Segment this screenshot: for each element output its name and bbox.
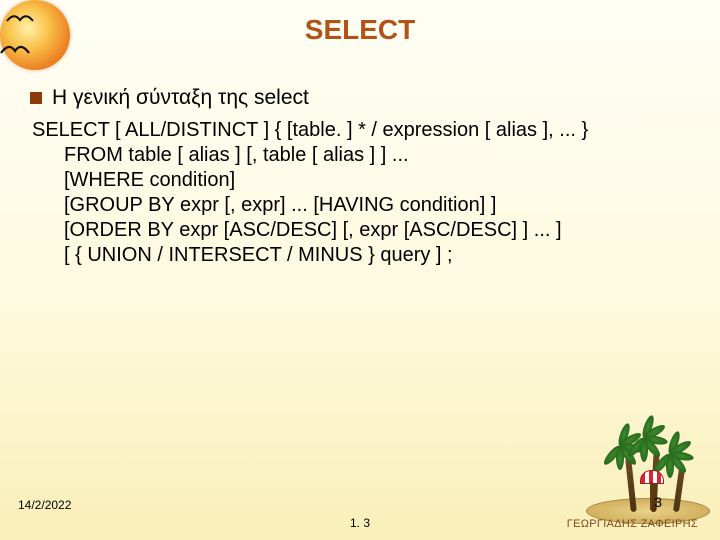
- syntax-line: [GROUP BY expr [, expr] ... [HAVING cond…: [32, 193, 700, 218]
- slide: SELECT Η γενική σύνταξη της select SELEC…: [0, 0, 720, 540]
- syntax-line: SELECT [ ALL/DISTINCT ] { [table. ] * / …: [32, 119, 588, 141]
- bullet-item: Η γενική σύνταξη της select: [30, 86, 700, 110]
- footer-pagenum: 3: [654, 494, 662, 510]
- footer-date: 14/2/2022: [18, 498, 71, 512]
- slide-body: Η γενική σύνταξη της select SELECT [ ALL…: [30, 86, 700, 268]
- footer-author: ΓΕΩΡΓΙΑΔΗΣ ΖΑΦΕΙΡΗΣ: [567, 518, 698, 530]
- island-decoration: [582, 430, 712, 530]
- syntax-block: SELECT [ ALL/DISTINCT ] { [table. ] * / …: [32, 118, 700, 268]
- bullet-text: Η γενική σύνταξη της select: [52, 86, 309, 110]
- syntax-line: [ORDER BY expr [ASC/DESC] [, expr [ASC/D…: [32, 218, 700, 243]
- square-bullet-icon: [30, 92, 42, 104]
- palm-fronds-icon: [660, 432, 704, 476]
- syntax-line: FROM table [ alias ] [, table [ alias ] …: [32, 143, 700, 168]
- slide-title: SELECT: [0, 14, 720, 46]
- syntax-line: [ { UNION / INTERSECT / MINUS } query ] …: [32, 243, 700, 268]
- syntax-line: [WHERE condition]: [32, 168, 700, 193]
- footer-subnum: 1. 3: [350, 516, 370, 530]
